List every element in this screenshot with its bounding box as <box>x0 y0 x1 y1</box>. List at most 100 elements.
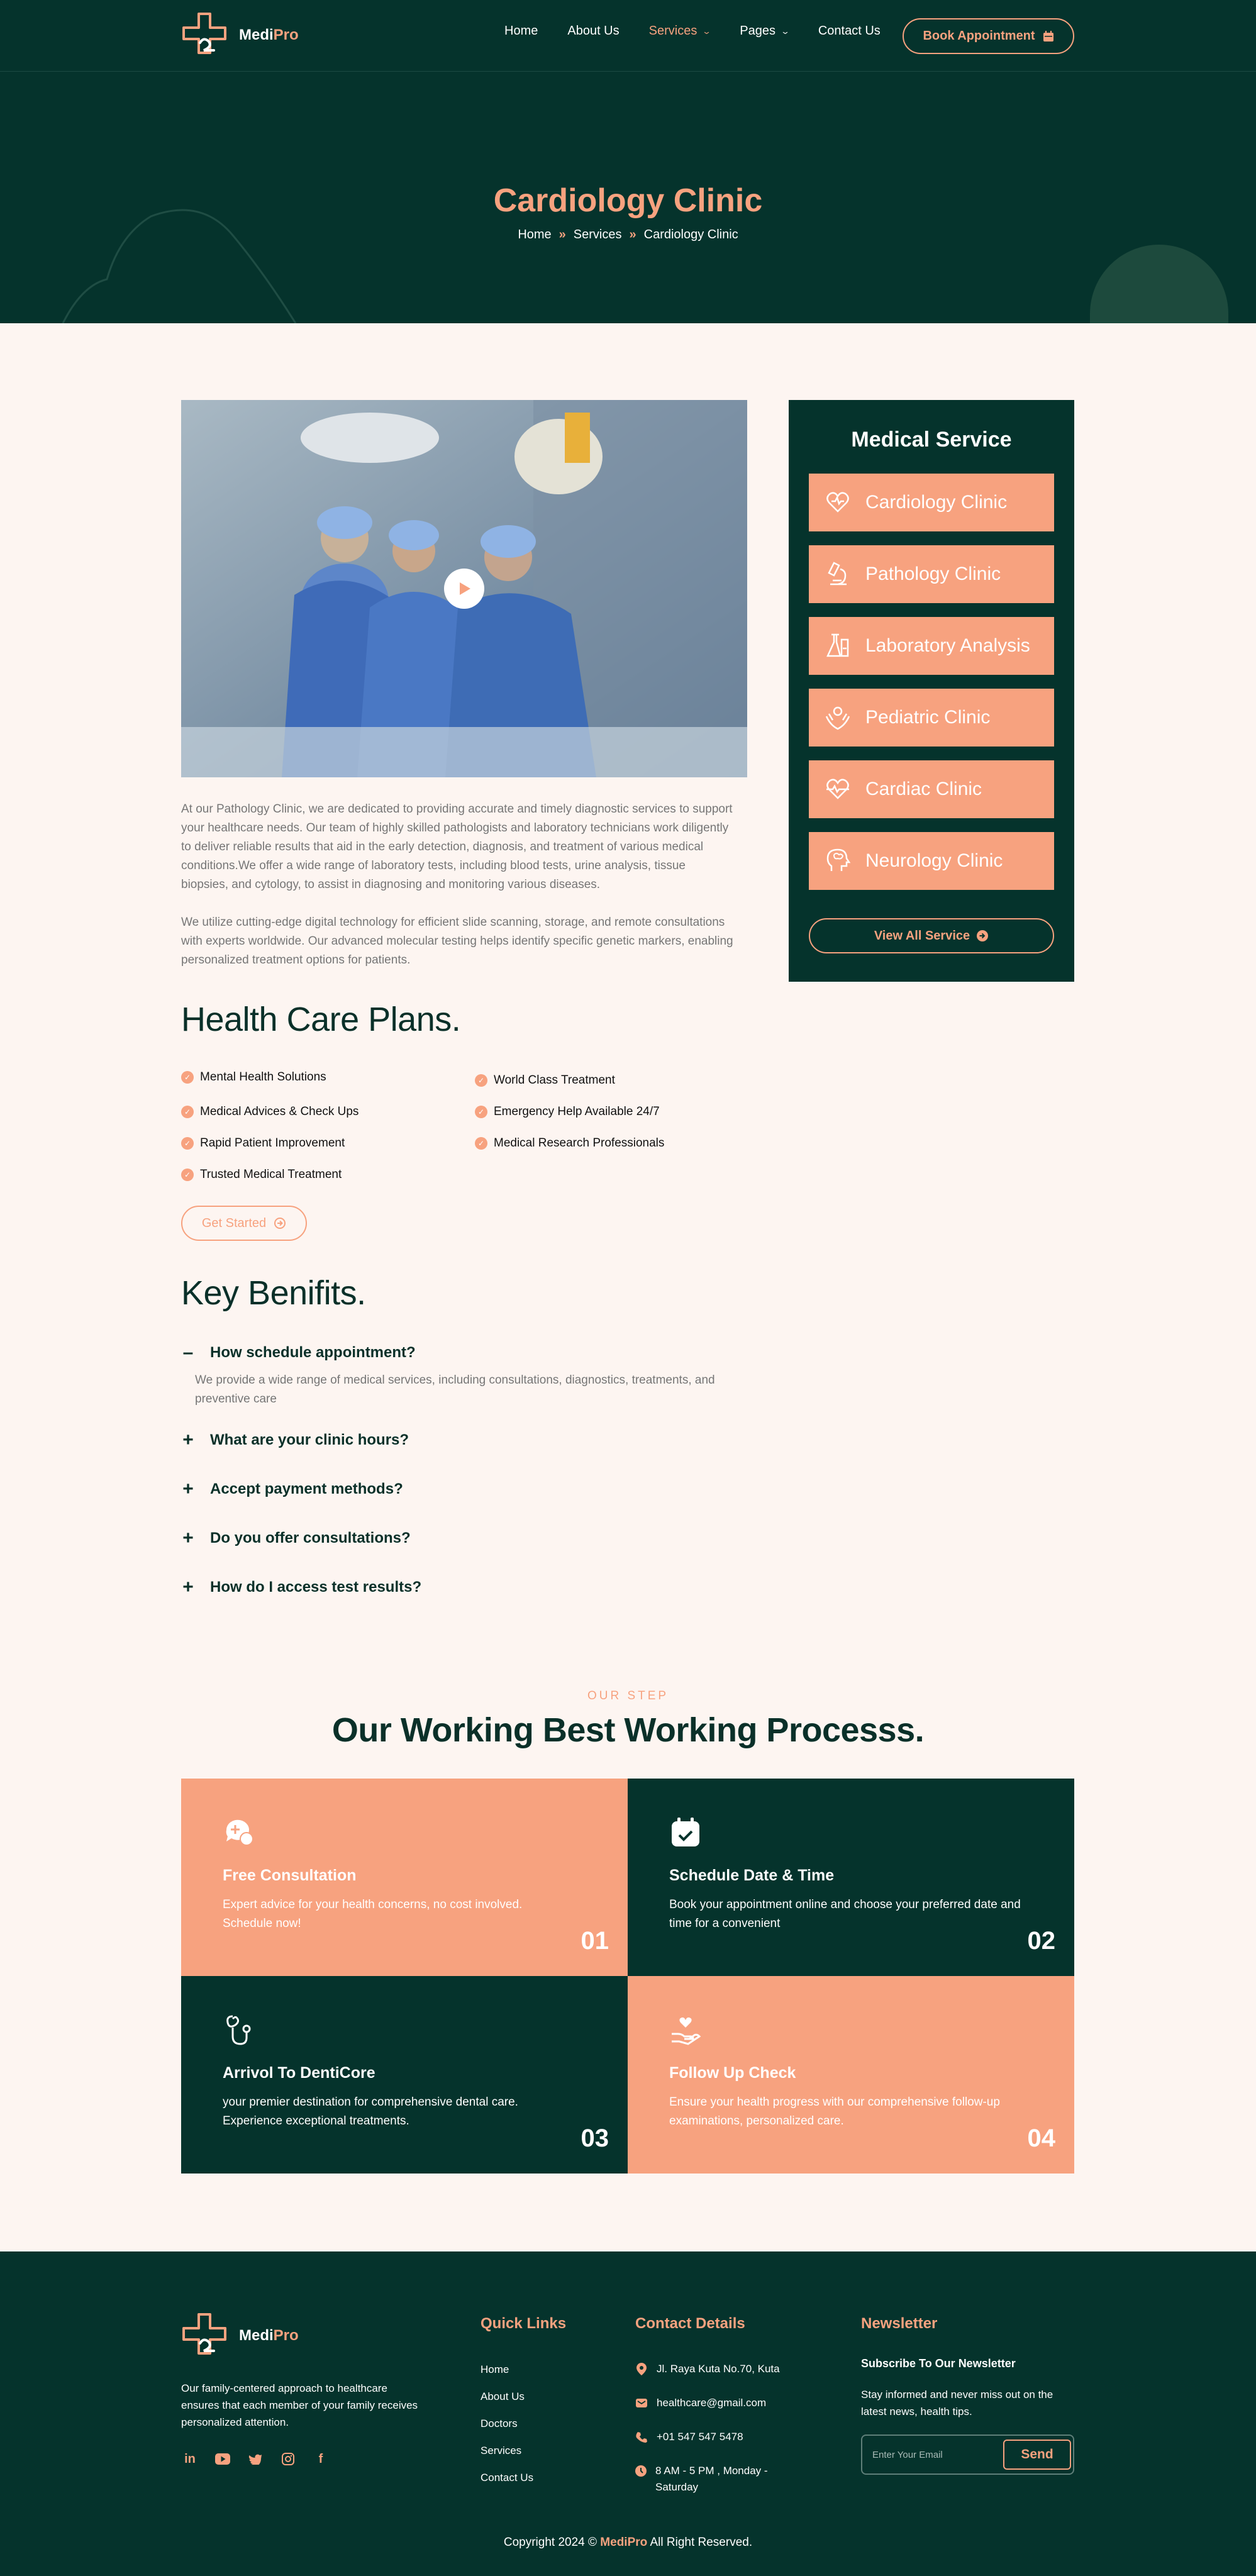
get-started-button[interactable]: Get Started <box>181 1206 307 1241</box>
facebook-icon[interactable]: f <box>312 2450 330 2468</box>
medical-cross-logo-icon <box>182 13 226 54</box>
nav-services[interactable]: Services ⌄ <box>649 24 712 38</box>
calendar-check-icon <box>672 1818 699 1846</box>
chevron-down-icon: ⌄ <box>702 26 712 36</box>
twitter-icon[interactable] <box>247 2450 264 2468</box>
site-footer: MediPro Our family-centered approach to … <box>0 2251 1256 2576</box>
nav-contact[interactable]: Contact Us <box>818 24 881 38</box>
plus-icon: + <box>182 1528 194 1548</box>
faq-question[interactable]: + Do you offer consultations? <box>181 1528 410 1548</box>
contact-email[interactable]: healthcare@gmail.com <box>635 2395 786 2411</box>
breadcrumb-services[interactable]: Services <box>574 228 622 242</box>
youtube-icon[interactable] <box>214 2450 231 2468</box>
plus-icon: + <box>182 1430 194 1450</box>
breadcrumb-home[interactable]: Home <box>518 228 551 242</box>
minus-icon: – <box>182 1342 194 1363</box>
process-step-1: Free Consultation Expert advice for your… <box>181 1779 628 1976</box>
newsletter-subtitle: Subscribe To Our Newsletter <box>861 2357 1016 2370</box>
sidebar-item-neurology[interactable]: Neurology Clinic <box>809 832 1054 890</box>
process-step-3: Arrivol To DentiCore your premier destin… <box>181 1976 628 2174</box>
faq-question[interactable]: + What are your clinic hours? <box>181 1431 409 1450</box>
faq-question-open[interactable]: – How schedule appointment? <box>181 1343 416 1362</box>
plus-icon: + <box>182 1479 194 1499</box>
page-hero: Cardiology Clinic Home » Services » Cardiolo… <box>0 72 1256 323</box>
heartbeat-icon <box>826 779 849 799</box>
quick-links-title: Quick Links <box>481 2315 567 2332</box>
newsletter-form: Send <box>861 2434 1074 2475</box>
medical-service-sidebar: Medical Service Cardiology Clinic Pathol… <box>789 400 1074 982</box>
sidebar-item-pediatric[interactable]: Pediatric Clinic <box>809 689 1054 747</box>
check-circle-icon: ✓ <box>181 1106 194 1118</box>
newsletter-title: Newsletter <box>861 2315 938 2332</box>
stethoscope-icon <box>226 2015 251 2045</box>
process-step-4: Follow Up Check Ensure your health progr… <box>628 1976 1074 2174</box>
email-icon <box>635 2397 648 2409</box>
check-circle-icon: ✓ <box>181 1071 194 1084</box>
sidebar-item-pathology[interactable]: Pathology Clinic <box>809 545 1054 603</box>
step-desc: your premier destination for comprehensi… <box>223 2096 518 2128</box>
hand-heart-icon <box>672 2017 701 2045</box>
plan-item: ✓ Rapid Patient Improvement <box>181 1136 345 1150</box>
plan-item: ✓ Medical Advices & Check Ups <box>181 1105 358 1119</box>
section-eyebrow: OUR STEP <box>587 1689 669 1702</box>
newsletter-text: Stay informed and never miss out on the … <box>861 2389 1053 2418</box>
newsletter-email-input[interactable] <box>872 2447 986 2462</box>
footer-link-contact[interactable]: Contact Us <box>481 2472 533 2484</box>
linkedin-icon[interactable]: in <box>181 2450 199 2468</box>
main-nav: Home About Us Services ⌄ Pages ⌄ Contact U… <box>504 24 881 38</box>
plan-item: ✓ Mental Health Solutions <box>181 1070 326 1084</box>
logo[interactable]: MediPro <box>181 11 299 59</box>
step-desc: Ensure your health progress with our com… <box>669 2096 1000 2128</box>
contact-details-title: Contact Details <box>635 2315 745 2332</box>
nav-home[interactable]: Home <box>504 24 538 38</box>
brain-head-icon <box>826 848 851 871</box>
double-chevron-icon: » <box>629 228 636 242</box>
footer-about: Our family-centered approach to healthca… <box>181 2382 418 2428</box>
view-all-services-button[interactable]: View All Service <box>809 918 1054 953</box>
nav-pages[interactable]: Pages ⌄ <box>740 24 790 38</box>
contact-phone[interactable]: +01 547 547 5478 <box>635 2429 786 2445</box>
step-title: Schedule Date & Time <box>669 1867 835 1884</box>
benefits-heading: Key Benifits. <box>181 1274 366 1312</box>
sidebar-item-laboratory[interactable]: Laboratory Analysis <box>809 617 1054 675</box>
brand-name: MediPro <box>239 2327 299 2344</box>
send-button[interactable]: Send <box>1003 2440 1071 2470</box>
check-circle-icon: ✓ <box>475 1137 487 1150</box>
play-button[interactable] <box>444 569 484 609</box>
baby-hands-icon <box>825 706 850 730</box>
instagram-icon[interactable] <box>279 2450 297 2468</box>
plan-item: ✓ World Class Treatment <box>475 1074 615 1087</box>
check-circle-icon: ✓ <box>181 1137 194 1150</box>
nav-about[interactable]: About Us <box>567 24 619 38</box>
sidebar-item-cardiac[interactable]: Cardiac Clinic <box>809 760 1054 818</box>
plan-item: ✓ Trusted Medical Treatment <box>181 1168 342 1182</box>
footer-link-doctors[interactable]: Doctors <box>481 2418 518 2430</box>
faq-question[interactable]: + Accept payment methods? <box>181 1480 403 1499</box>
sidebar-item-cardiology[interactable]: Cardiology Clinic <box>809 474 1054 531</box>
footer-link-services[interactable]: Services <box>481 2445 521 2457</box>
site-header: MediPro Home About Us Services ⌄ Pages ⌄ C… <box>0 0 1256 72</box>
footer-link-about[interactable]: About Us <box>481 2390 525 2403</box>
faq-answer: We provide a wide range of medical servi… <box>195 1374 715 1406</box>
step-number: 02 <box>1027 1927 1056 1955</box>
surgery-video[interactable] <box>181 400 747 777</box>
step-number: 03 <box>581 2124 609 2152</box>
check-circle-icon: ✓ <box>475 1106 487 1118</box>
heart-hand-icon <box>826 492 849 513</box>
footer-link-home[interactable]: Home <box>481 2363 509 2376</box>
book-appointment-button[interactable]: Book Appointment <box>903 18 1074 54</box>
clock-icon <box>635 2465 647 2477</box>
page-title: Cardiology Clinic <box>493 182 763 219</box>
check-circle-icon: ✓ <box>181 1169 194 1181</box>
plan-item: ✓ Emergency Help Available 24/7 <box>475 1105 660 1119</box>
process-step-2: Schedule Date & Time Book your appointme… <box>628 1779 1074 1976</box>
faq-question[interactable]: + How do I access test results? <box>181 1578 421 1597</box>
plus-icon: + <box>182 1577 194 1597</box>
social-links: in f <box>181 2450 330 2468</box>
check-circle-icon: ✓ <box>475 1074 487 1087</box>
footer-logo[interactable]: MediPro <box>181 2312 299 2360</box>
arrow-circle-right-icon <box>977 930 989 941</box>
breadcrumb-current: Cardiology Clinic <box>643 228 738 242</box>
chat-medical-icon <box>226 1819 253 1846</box>
plans-heading: Health Care Plans. <box>181 1001 461 1038</box>
